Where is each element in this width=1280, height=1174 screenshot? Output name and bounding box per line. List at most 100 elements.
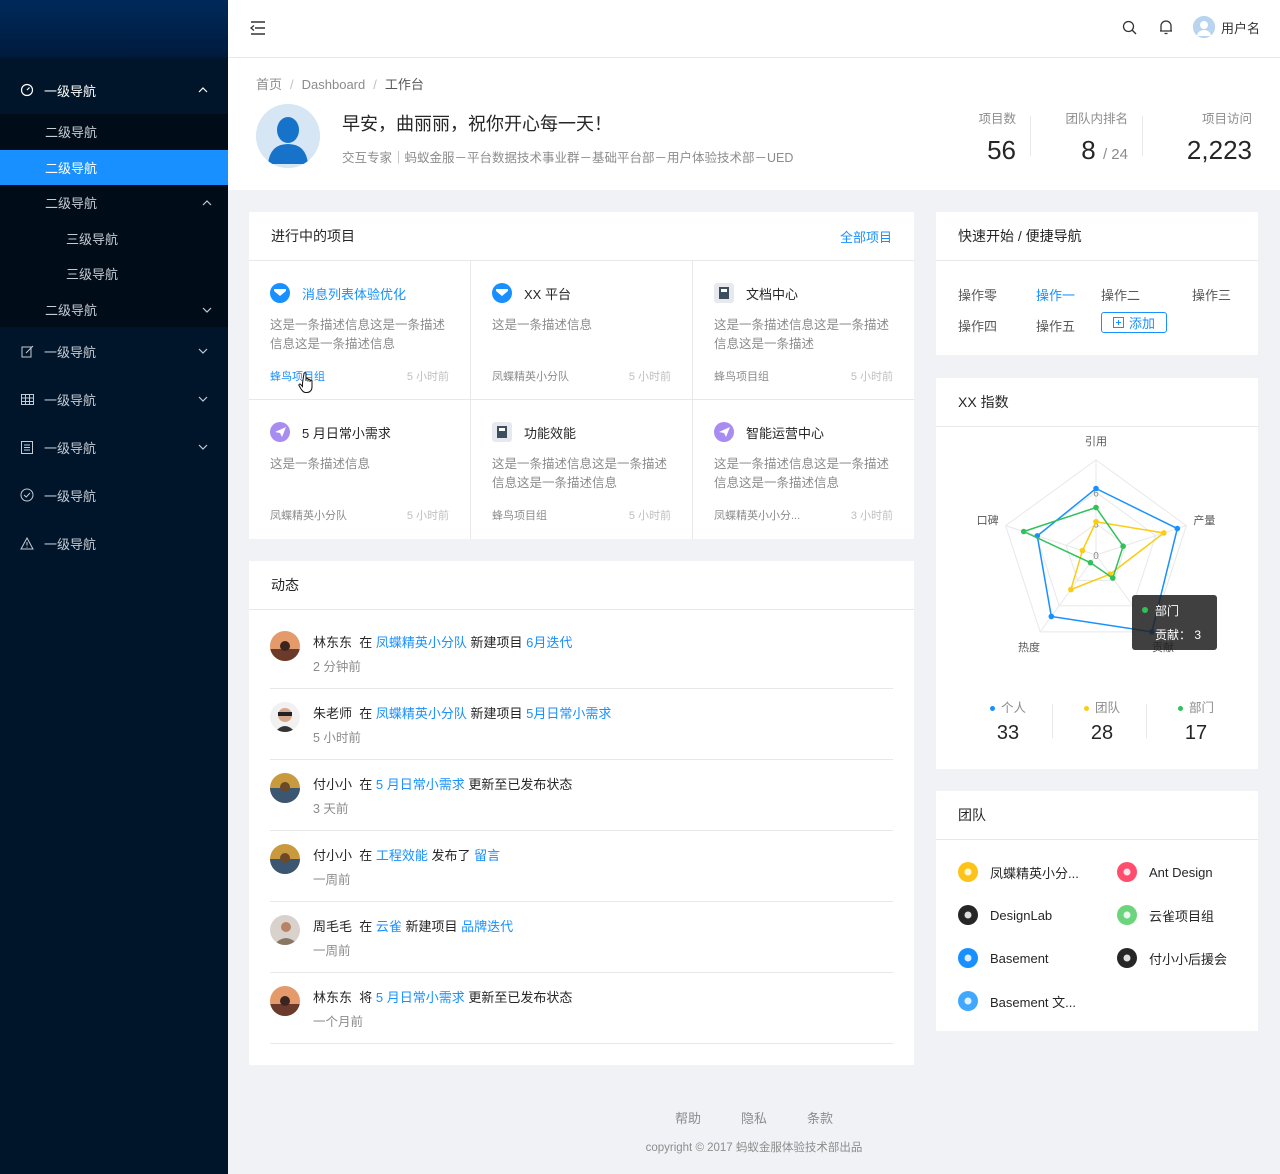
project-title[interactable]: 功能效能: [492, 422, 671, 442]
radar-axis-line: [1039, 554, 1097, 633]
page-header: 首页 / Dashboard / 工作台 早安，曲丽丽，祝你开心每一天！ 交互专家｜蚂蚁…: [228, 58, 1280, 190]
activity-object-link[interactable]: 留言: [474, 848, 500, 863]
project-time: 3 小时前: [850, 510, 893, 522]
sidebar-item-nav1[interactable]: 一级导航: [0, 519, 228, 567]
avatar: [270, 773, 300, 803]
stat-rank-value: 8: [1081, 135, 1096, 165]
sidebar-item-nav3[interactable]: 三级导航: [0, 256, 228, 292]
project-title-text: 5 月日常小需求: [302, 425, 391, 441]
project-item[interactable]: 5 月日常小需求 这是一条描述信息 凤蝶精英小分队 5 小时前: [249, 400, 471, 539]
quick-link[interactable]: 操作三: [1192, 285, 1231, 304]
activity-user: 付小小: [313, 777, 353, 792]
submenu: 二级导航 二级导航 二级导航 三级导航 三级导航 二级导航: [0, 114, 228, 327]
legend-value: 17: [1184, 722, 1208, 744]
breadcrumb-link[interactable]: Dashboard: [302, 77, 366, 92]
footer-link-help[interactable]: 帮助: [675, 1111, 701, 1126]
project-title[interactable]: 消息列表体验优化: [270, 283, 449, 303]
project-item[interactable]: XX 平台 这是一条描述信息 凤蝶精英小分队 5 小时前: [471, 261, 693, 400]
user-menu[interactable]: 用户名: [1192, 16, 1260, 38]
activity-target-link[interactable]: 5 月日常小需求: [376, 777, 465, 792]
project-title[interactable]: XX 平台: [492, 283, 671, 303]
team-avatar: [1117, 905, 1137, 925]
legend-item[interactable]: 部门 17: [1166, 697, 1226, 745]
team-item[interactable]: 付小小后援会: [1117, 948, 1227, 968]
project-time: 5 小时前: [628, 510, 671, 522]
quick-link[interactable]: 操作二: [1101, 285, 1140, 304]
project-item[interactable]: 智能运营中心 这是一条描述信息这是一条描述信息这是一条描述信息 凤蝶精英小小分.…: [693, 400, 914, 539]
activity-target-link[interactable]: 工程效能: [376, 848, 428, 863]
legend-item[interactable]: 团队 28: [1072, 697, 1132, 745]
activity-time: 一周前: [313, 944, 351, 958]
team-name: Basement 文...: [990, 994, 1076, 1010]
team-item[interactable]: 凤蝶精英小分...: [958, 862, 1079, 882]
team-item[interactable]: DesignLab: [958, 905, 1052, 925]
quick-nav-card: 快速开始 / 便捷导航 操作零 操作一 操作二 操作三 操作四 操作五 添加: [936, 212, 1258, 355]
sidebar-item-nav1[interactable]: 一级导航: [0, 70, 228, 110]
sidebar-item-nav1[interactable]: 一级导航: [0, 327, 228, 375]
quick-link[interactable]: 操作五: [1036, 316, 1075, 335]
activity-target-link[interactable]: 凤蝶精英小分队: [376, 635, 467, 650]
project-title-text: 消息列表体验优化: [302, 286, 407, 302]
project-group-link[interactable]: 蜂鸟项目组: [492, 507, 547, 523]
quick-link[interactable]: 操作零: [958, 285, 997, 304]
project-group-link[interactable]: 凤蝶精英小小分...: [714, 507, 800, 523]
activity-target-link[interactable]: 云雀: [376, 919, 402, 934]
project-item[interactable]: 消息列表体验优化 这是一条描述信息这是一条描述信息这是一条描述信息 蜂鸟项目组 5…: [249, 261, 471, 400]
activity-object-link[interactable]: 品牌迭代: [461, 919, 513, 934]
project-title-text: 智能运营中心: [746, 425, 825, 441]
sidebar-item-label: 二级导航: [45, 302, 98, 318]
project-title[interactable]: 智能运营中心: [714, 422, 893, 442]
team-avatar: [958, 991, 978, 1011]
footer-link-terms[interactable]: 条款: [807, 1111, 833, 1126]
all-projects-link[interactable]: 全部项目: [840, 227, 892, 246]
sidebar-item-nav2-open[interactable]: 二级导航: [0, 185, 228, 221]
breadcrumb-link[interactable]: 首页: [256, 77, 282, 92]
sidebar-item-nav1[interactable]: 一级导航: [0, 423, 228, 471]
activity-target-link[interactable]: 凤蝶精英小分队: [376, 706, 467, 721]
stats: 项目数 56 团队内排名 8 / 24 项目访问 2,223: [956, 108, 1252, 166]
sidebar-item-label: 二级导航: [45, 196, 98, 212]
sidebar-item-nav2-active[interactable]: 二级导航: [0, 149, 228, 185]
team-avatar: [958, 948, 978, 968]
activity-object-link[interactable]: 5月日常小需求: [526, 706, 611, 721]
activity-user: 林东东: [313, 990, 353, 1005]
bell-icon[interactable]: [1159, 19, 1173, 35]
user-avatar-large: [256, 104, 320, 168]
team-item[interactable]: Ant Design: [1117, 862, 1213, 882]
activity-target-link[interactable]: 5 月日常小需求: [376, 990, 465, 1005]
activity-item: 林东东 将 5 月日常小需求 更新至已发布状态 一个月前: [270, 973, 893, 1044]
sidebar-item-nav1[interactable]: 一级导航: [0, 471, 228, 519]
activity-object-link[interactable]: 6月迭代: [526, 635, 572, 650]
copyright: copyright © 2017 蚂蚁金服体验技术部出品: [645, 1142, 863, 1154]
quick-link[interactable]: 操作一: [1036, 285, 1075, 304]
project-title-text: XX 平台: [524, 286, 571, 302]
project-time: 5 小时前: [406, 510, 449, 522]
sidebar-item-nav2[interactable]: 二级导航: [0, 114, 228, 150]
project-title[interactable]: 文档中心: [714, 283, 893, 303]
sidebar-item-nav2[interactable]: 二级导航: [0, 292, 228, 328]
project-group-link[interactable]: 凤蝶精英小分队: [492, 368, 569, 384]
activity-item: 周毛毛 在 云雀 新建项目 品牌迭代 一周前: [270, 902, 893, 973]
sidebar-item-label: 三级导航: [66, 267, 119, 283]
project-group-link[interactable]: 凤蝶精英小分队: [270, 507, 347, 523]
sidebar-item-label: 一级导航: [44, 440, 97, 456]
project-item[interactable]: 文档中心 这是一条描述信息这是一条描述信息这是一条描述 蜂鸟项目组 5 小时前: [693, 261, 914, 400]
activity-action: 新建项目: [470, 635, 523, 650]
team-item[interactable]: 云雀项目组: [1117, 905, 1214, 925]
quick-link[interactable]: 操作四: [958, 316, 997, 335]
breadcrumb: 首页 / Dashboard / 工作台: [256, 77, 424, 92]
menu-fold-icon[interactable]: [250, 21, 266, 35]
search-icon[interactable]: [1122, 20, 1137, 35]
footer-link-privacy[interactable]: 隐私: [741, 1111, 767, 1126]
team-item[interactable]: Basement: [958, 948, 1049, 968]
project-item[interactable]: 功能效能 这是一条描述信息这是一条描述信息这是一条描述信息 蜂鸟项目组 5 小时前: [471, 400, 693, 539]
radar-point: [1020, 528, 1027, 535]
chevron-up-icon: [198, 87, 208, 93]
team-item[interactable]: Basement 文...: [958, 991, 1076, 1011]
add-button[interactable]: 添加: [1101, 312, 1167, 333]
sidebar-item-nav3[interactable]: 三级导航: [0, 221, 228, 257]
sidebar-item-nav1[interactable]: 一级导航: [0, 375, 228, 423]
project-group-link[interactable]: 蜂鸟项目组: [714, 368, 769, 384]
project-title[interactable]: 5 月日常小需求: [270, 422, 449, 442]
legend-item[interactable]: 个人 33: [978, 697, 1038, 745]
